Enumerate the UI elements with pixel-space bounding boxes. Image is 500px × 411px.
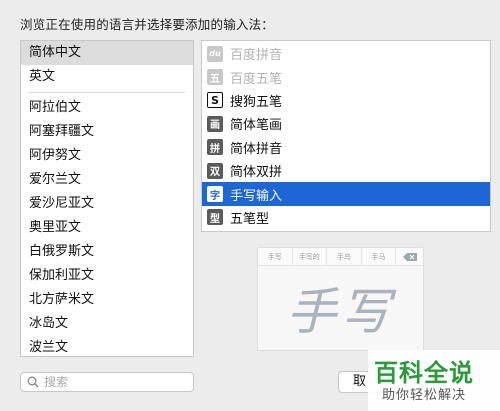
input-method-label: 简体笔画 bbox=[230, 118, 283, 134]
candidate-item: 手写 bbox=[258, 248, 293, 265]
input-method-list[interactable]: du 百度拼音五百度五笔 S 搜狗五笔画简体笔画拼简体拼音双简体双拼字手写输入型五笔型 bbox=[201, 40, 491, 232]
stroke-icon: 画 bbox=[207, 115, 223, 132]
instruction-text: 浏览正在使用的语言并选择要添加的输入法： bbox=[20, 17, 275, 32]
language-item[interactable]: 阿塞拜疆文 bbox=[21, 120, 193, 144]
pinyin-icon: 拼 bbox=[207, 139, 223, 156]
handwriting-preview: 手写 手写的 手鸟 手马 手写 bbox=[257, 247, 424, 351]
search-icon bbox=[27, 376, 39, 388]
input-method-item[interactable]: S 搜狗五笔 bbox=[202, 89, 490, 112]
language-item[interactable]: 简体中文 bbox=[21, 41, 193, 65]
input-method-label: 百度拼音 bbox=[230, 48, 283, 64]
language-item[interactable]: 保加利亚文 bbox=[21, 264, 193, 288]
search-input[interactable] bbox=[44, 375, 184, 389]
watermark-title: 百科全说 bbox=[374, 359, 474, 387]
language-item[interactable]: 爱尔兰文 bbox=[21, 168, 193, 192]
input-method-item[interactable]: 字手写输入 bbox=[202, 182, 490, 206]
candidate-item: 手马 bbox=[362, 248, 397, 265]
search-field[interactable] bbox=[20, 372, 194, 392]
watermark-subtitle: 助你轻松解决 bbox=[382, 388, 467, 403]
language-item[interactable]: 阿拉伯文 bbox=[21, 96, 193, 120]
language-item[interactable]: 冰岛文 bbox=[21, 312, 193, 336]
candidate-item: 手写的 bbox=[293, 248, 328, 265]
candidate-bar: 手写 手写的 手鸟 手马 bbox=[258, 248, 423, 266]
input-method-item[interactable]: 拼简体拼音 bbox=[202, 136, 490, 159]
backspace-icon bbox=[402, 253, 417, 261]
input-method-item: du 百度拼音 bbox=[202, 42, 490, 65]
input-method-label: 简体拼音 bbox=[230, 141, 283, 157]
language-item[interactable]: 英文 bbox=[21, 65, 193, 89]
baidu-icon: du bbox=[207, 45, 223, 62]
input-method-label: 手写输入 bbox=[230, 188, 283, 204]
input-method-label: 百度五笔 bbox=[230, 71, 283, 87]
wubi-icon: 五 bbox=[207, 69, 223, 86]
sogou-icon: S bbox=[207, 92, 223, 109]
language-item[interactable]: 白俄罗斯文 bbox=[21, 240, 193, 264]
language-item[interactable]: 北方萨米文 bbox=[21, 288, 193, 312]
handwriting-sample: 手写 bbox=[286, 283, 395, 341]
watermark: 百科全说 助你轻松解决 bbox=[368, 350, 500, 411]
candidate-item: 手鸟 bbox=[327, 248, 362, 265]
input-method-item: 五百度五笔 bbox=[202, 65, 490, 88]
language-item[interactable]: 波兰文 bbox=[21, 336, 193, 356]
input-method-label: 简体双拼 bbox=[230, 165, 283, 181]
list-divider bbox=[29, 92, 185, 93]
input-method-item[interactable]: 型五笔型 bbox=[202, 206, 490, 229]
shuangpin-icon: 双 bbox=[207, 162, 223, 179]
language-item[interactable]: 奥里亚文 bbox=[21, 216, 193, 240]
backspace-key bbox=[396, 248, 423, 265]
language-list[interactable]: 简体中文 英文阿拉伯文 阿塞拜疆文 阿伊努文 爱尔兰文 爱沙尼亚文 奥里亚文 白俄罗斯文 保加利… bbox=[20, 40, 194, 357]
input-method-label: 五笔型 bbox=[230, 211, 270, 227]
input-method-label: 搜狗五笔 bbox=[230, 94, 283, 110]
language-item[interactable]: 阿伊努文 bbox=[21, 144, 193, 168]
wubixing-icon: 型 bbox=[207, 209, 223, 226]
language-item[interactable]: 爱沙尼亚文 bbox=[21, 192, 193, 216]
handwriting-icon: 字 bbox=[207, 186, 223, 203]
input-method-item[interactable]: 画简体笔画 bbox=[202, 112, 490, 135]
input-method-item[interactable]: 双简体双拼 bbox=[202, 159, 490, 182]
